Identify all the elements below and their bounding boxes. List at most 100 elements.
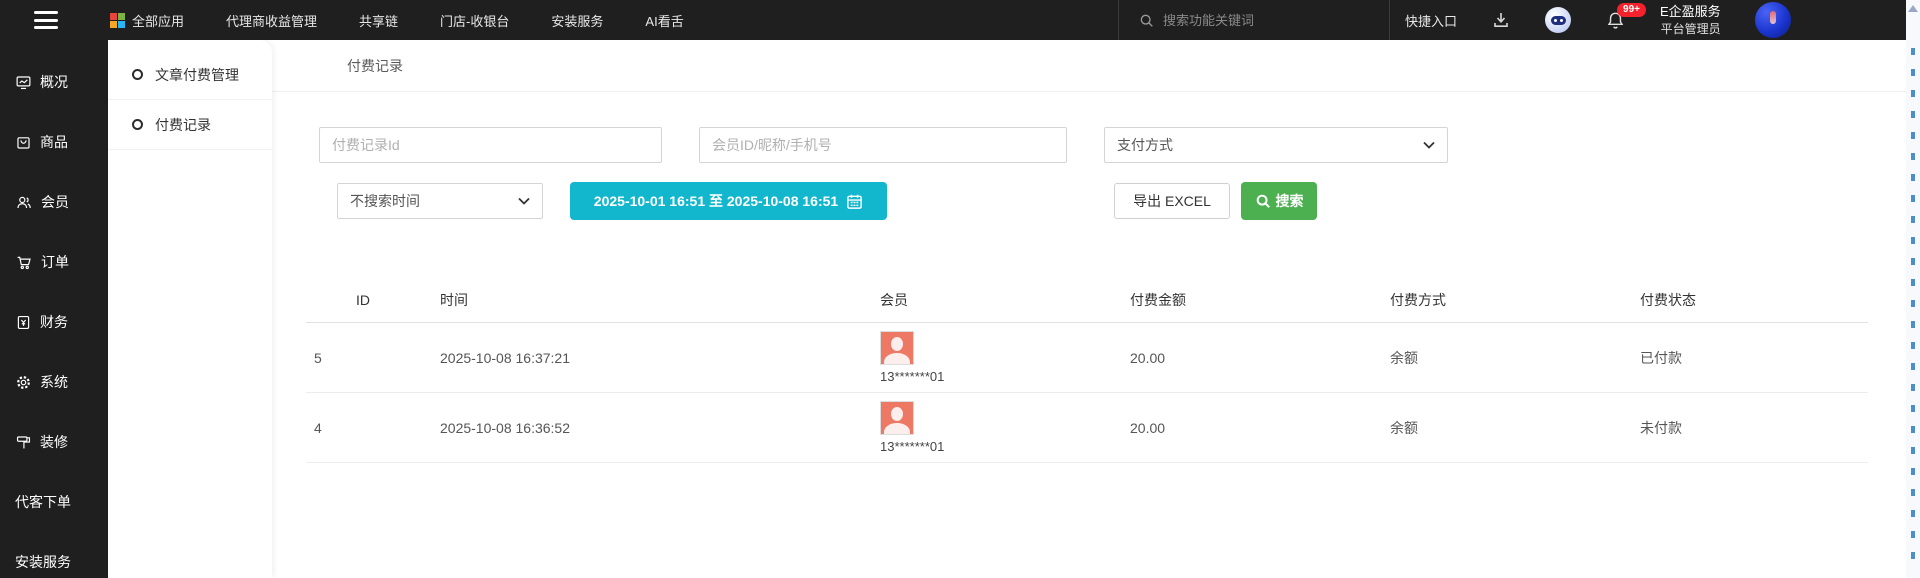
hamburger-menu-icon[interactable] <box>34 11 58 29</box>
cell-method: 余额 <box>1370 323 1620 393</box>
cell-amount: 20.00 <box>1110 393 1370 463</box>
search-button-label: 搜索 <box>1276 191 1304 211</box>
nav-label: 代理商收益管理 <box>226 11 317 30</box>
sidebar-item-label: 商品 <box>40 132 68 152</box>
nav-ai-tongue[interactable]: AI看舌 <box>645 11 683 30</box>
cell-time: 2025-10-08 16:36:52 <box>420 393 860 463</box>
dashboard-icon <box>15 74 32 91</box>
sidebar-item-valet-order[interactable]: 代客下单 <box>0 472 108 532</box>
page-scrollbar[interactable] <box>1906 0 1920 578</box>
filter-row-1: 支付方式 <box>319 127 1906 163</box>
date-range-value: 2025-10-01 16:51 至 2025-10-08 16:51 <box>594 191 838 211</box>
nav-label: 门店-收银台 <box>440 11 509 30</box>
member-phone: 13*******01 <box>880 439 944 454</box>
download-icon[interactable] <box>1491 10 1511 30</box>
quick-entry-link[interactable]: 快捷入口 <box>1405 11 1457 30</box>
global-search[interactable] <box>1118 0 1390 40</box>
account-role: 平台管理员 <box>1660 21 1721 37</box>
search-icon <box>1139 13 1154 28</box>
cell-status: 已付款 <box>1620 323 1868 393</box>
pay-method-selected-value: 支付方式 <box>1117 135 1173 155</box>
user-avatar[interactable] <box>1755 2 1791 38</box>
search-button[interactable]: 搜索 <box>1241 182 1317 220</box>
table-row: 5 2025-10-08 16:37:21 13*******01 20.00 … <box>306 323 1868 393</box>
secondary-sidebar: 文章付费管理 付费记录 <box>108 40 272 578</box>
nav-label: AI看舌 <box>645 11 683 30</box>
table-row: 4 2025-10-08 16:36:52 13*******01 20.00 … <box>306 393 1868 463</box>
ai-assistant-robot-icon[interactable] <box>1545 7 1571 33</box>
table-header-row: ID 时间 会员 付费金额 付费方式 付费状态 <box>306 282 1868 323</box>
sidebar-item-finance[interactable]: 财务 <box>0 292 108 352</box>
column-header-id: ID <box>306 282 420 323</box>
nav-label: 共享链 <box>359 11 398 30</box>
search-icon <box>1255 193 1271 209</box>
scrollbar-marks <box>1911 48 1915 568</box>
sidebar-item-orders[interactable]: 订单 <box>0 232 108 292</box>
system-gear-icon <box>15 374 32 391</box>
cell-amount: 20.00 <box>1110 323 1370 393</box>
submenu-item-payment-records[interactable]: 付费记录 <box>108 100 272 150</box>
cell-id: 4 <box>306 393 420 463</box>
export-excel-button[interactable]: 导出 EXCEL <box>1114 183 1230 219</box>
scroll-up-arrow-icon[interactable] <box>1908 5 1918 12</box>
breadcrumb: 付费记录 <box>272 40 1906 92</box>
radio-circle-icon <box>132 69 143 80</box>
pay-method-select[interactable]: 支付方式 <box>1104 127 1448 163</box>
column-header-time: 时间 <box>420 282 860 323</box>
nav-label: 安装服务 <box>551 11 603 30</box>
cell-time: 2025-10-08 16:37:21 <box>420 323 860 393</box>
notification-count-badge: 99+ <box>1617 3 1646 17</box>
sidebar-item-label: 概况 <box>40 72 68 92</box>
nav-agent-revenue[interactable]: 代理商收益管理 <box>226 11 317 30</box>
nav-install-service[interactable]: 安装服务 <box>551 11 603 30</box>
product-icon <box>15 134 32 151</box>
sidebar-item-label: 装修 <box>40 432 68 452</box>
sidebar-item-system[interactable]: 系统 <box>0 352 108 412</box>
member-search-input[interactable] <box>699 127 1067 163</box>
payment-records-table: ID 时间 会员 付费金额 付费方式 付费状态 5 2025-10-08 16:… <box>306 282 1868 463</box>
sidebar-item-label: 系统 <box>40 372 68 392</box>
record-id-input[interactable] <box>319 127 662 163</box>
notifications-bell-icon[interactable]: 99+ <box>1605 10 1626 31</box>
sidebar-item-products[interactable]: 商品 <box>0 112 108 172</box>
cell-status: 未付款 <box>1620 393 1868 463</box>
column-header-method: 付费方式 <box>1370 282 1620 323</box>
export-excel-label: 导出 EXCEL <box>1133 193 1211 209</box>
topbar-right-cluster: 快捷入口 99+ E企盈服务 平台管理员 <box>1405 0 1791 40</box>
nav-store-cashier[interactable]: 门店-收银台 <box>440 11 509 30</box>
nav-share-chain[interactable]: 共享链 <box>359 11 398 30</box>
account-info[interactable]: E企盈服务 平台管理员 <box>1660 3 1721 37</box>
nav-all-apps[interactable]: 全部应用 <box>110 11 184 30</box>
sidebar-item-label: 会员 <box>41 192 69 212</box>
cell-id: 5 <box>306 323 420 393</box>
cell-member: 13*******01 <box>860 323 1110 393</box>
top-navigation: 全部应用 代理商收益管理 共享链 门店-收银台 安装服务 AI看舌 <box>110 11 684 30</box>
submenu-item-article-pay-management[interactable]: 文章付费管理 <box>108 50 272 100</box>
submenu-item-label: 文章付费管理 <box>155 65 239 85</box>
sidebar-item-label: 代客下单 <box>15 492 71 512</box>
global-search-input[interactable] <box>1163 13 1353 28</box>
cell-method: 余额 <box>1370 393 1620 463</box>
chevron-down-icon <box>518 197 530 205</box>
member-icon <box>15 194 33 211</box>
filter-row-2: 不搜索时间 2025-10-01 16:51 至 2025-10-08 16:5… <box>319 182 1906 220</box>
sidebar-item-label: 订单 <box>41 252 69 272</box>
member-avatar-icon[interactable] <box>880 331 914 365</box>
member-avatar-icon[interactable] <box>880 401 914 435</box>
column-header-status: 付费状态 <box>1620 282 1868 323</box>
sidebar-item-label: 财务 <box>40 312 68 332</box>
date-range-button[interactable]: 2025-10-01 16:51 至 2025-10-08 16:51 <box>570 182 887 220</box>
chevron-down-icon <box>1423 141 1435 149</box>
sidebar-item-install-service[interactable]: 安装服务 <box>0 532 108 578</box>
nav-label: 全部应用 <box>132 11 184 30</box>
filter-panel: 支付方式 不搜索时间 2025-10-01 16:51 至 2025-10-08… <box>272 92 1906 220</box>
submenu-item-label: 付费记录 <box>155 115 211 135</box>
page-title: 付费记录 <box>347 56 403 76</box>
account-name: E企盈服务 <box>1660 3 1721 21</box>
sidebar-item-members[interactable]: 会员 <box>0 172 108 232</box>
sidebar-item-decorate[interactable]: 装修 <box>0 412 108 472</box>
column-header-amount: 付费金额 <box>1110 282 1370 323</box>
radio-circle-icon <box>132 119 143 130</box>
time-mode-select[interactable]: 不搜索时间 <box>337 183 543 219</box>
sidebar-item-overview[interactable]: 概况 <box>0 52 108 112</box>
